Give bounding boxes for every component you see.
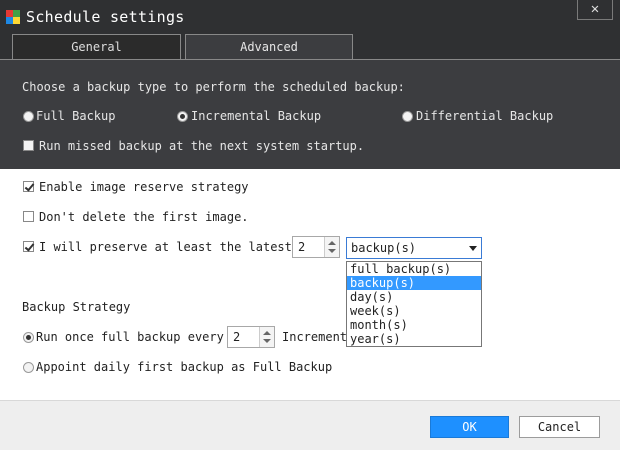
differential-backup-label[interactable]: Differential Backup	[416, 109, 553, 123]
close-button[interactable]: ✕	[577, 0, 613, 20]
appoint-daily-label[interactable]: Appoint daily first backup as Full Backu…	[36, 360, 332, 374]
dropdown-option-weeks[interactable]: week(s)	[347, 304, 481, 318]
increment-suffix-label: Increment	[282, 330, 348, 344]
dropdown-option-backups[interactable]: backup(s)	[347, 276, 481, 290]
dont-delete-label[interactable]: Don't delete the first image.	[39, 210, 249, 224]
dialog-title: Schedule settings	[26, 8, 185, 26]
differential-backup-radio[interactable]	[402, 111, 413, 122]
chevron-down-icon[interactable]	[469, 246, 477, 251]
appoint-daily-radio[interactable]	[23, 362, 34, 373]
full-backup-radio[interactable]	[23, 111, 34, 122]
run-once-label[interactable]: Run once full backup every	[36, 330, 224, 344]
decrement-arrow-icon[interactable]	[328, 249, 336, 253]
dropdown-option-full-backups[interactable]: full backup(s)	[347, 262, 481, 276]
backup-strategy-heading: Backup Strategy	[22, 300, 131, 314]
preserve-count-stepper[interactable]: 2	[292, 236, 340, 258]
full-backup-interval-stepper[interactable]: 2	[227, 326, 275, 348]
dialog-footer: OK Cancel	[0, 400, 620, 450]
tab-advanced-label: Advanced	[240, 40, 298, 54]
cancel-button[interactable]: Cancel	[519, 416, 600, 438]
backup-type-panel: Choose a backup type to perform the sche…	[0, 60, 620, 169]
dont-delete-checkbox[interactable]	[23, 211, 34, 222]
increment-arrow-icon[interactable]	[263, 331, 271, 335]
app-logo-icon	[6, 10, 20, 24]
backup-type-prompt: Choose a backup type to perform the sche…	[22, 80, 405, 94]
decrement-arrow-icon[interactable]	[263, 339, 271, 343]
incremental-backup-label[interactable]: Incremental Backup	[191, 109, 321, 123]
tab-general-label: General	[71, 40, 122, 54]
stepper-arrows[interactable]	[259, 327, 274, 347]
dropdown-option-days[interactable]: day(s)	[347, 290, 481, 304]
preserve-unit-value: backup(s)	[351, 241, 417, 255]
stepper-arrows[interactable]	[324, 237, 339, 257]
dropdown-option-years[interactable]: year(s)	[347, 332, 481, 346]
title-bar[interactable]: Schedule settings ✕	[0, 0, 620, 34]
incremental-backup-radio[interactable]	[177, 111, 188, 122]
preserve-unit-select[interactable]: backup(s)	[346, 237, 482, 259]
run-once-radio[interactable]	[23, 332, 34, 343]
schedule-settings-dialog: Schedule settings ✕ General Advanced Cho…	[0, 0, 620, 450]
enable-reserve-checkbox[interactable]	[23, 181, 34, 192]
close-icon: ✕	[590, 1, 600, 17]
increment-arrow-icon[interactable]	[328, 241, 336, 245]
tab-advanced[interactable]: Advanced	[185, 34, 353, 59]
preserve-count-value[interactable]: 2	[298, 240, 305, 254]
run-missed-label[interactable]: Run missed backup at the next system sta…	[39, 139, 364, 153]
enable-reserve-label[interactable]: Enable image reserve strategy	[39, 180, 249, 194]
ok-button[interactable]: OK	[430, 416, 509, 438]
reserve-strategy-panel: Enable image reserve strategy Don't dele…	[0, 169, 620, 400]
run-missed-checkbox[interactable]	[23, 140, 34, 151]
tab-bar: General Advanced	[0, 34, 620, 60]
preserve-label[interactable]: I will preserve at least the latest	[39, 240, 292, 254]
preserve-unit-dropdown-list: full backup(s) backup(s) day(s) week(s) …	[346, 261, 482, 347]
preserve-checkbox[interactable]	[23, 241, 34, 252]
full-backup-label[interactable]: Full Backup	[36, 109, 115, 123]
dropdown-option-months[interactable]: month(s)	[347, 318, 481, 332]
tab-general[interactable]: General	[12, 34, 181, 59]
full-backup-interval-value[interactable]: 2	[233, 330, 240, 344]
